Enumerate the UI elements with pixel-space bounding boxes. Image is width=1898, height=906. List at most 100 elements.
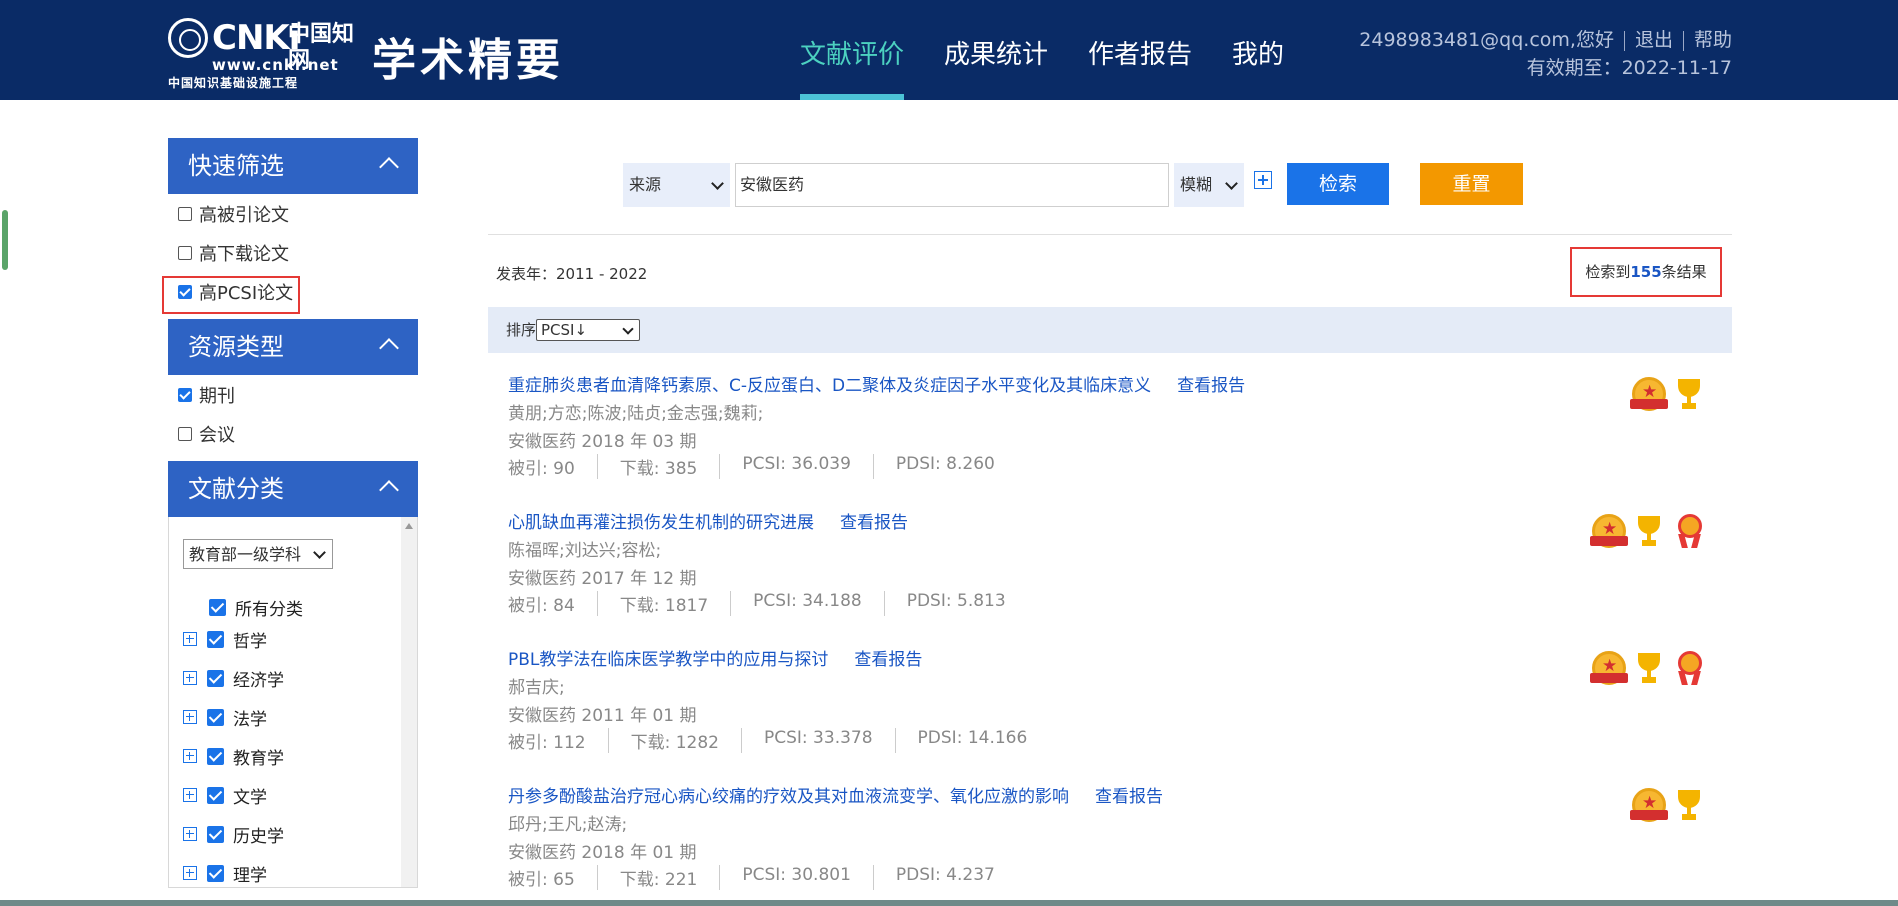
nav-achievement-stats[interactable]: 成果统计	[924, 0, 1068, 100]
main-nav: 文献评价 成果统计 作者报告 我的	[780, 0, 1304, 100]
cited-count: 被引: 65	[508, 870, 575, 890]
count-suffix: 条结果	[1661, 263, 1707, 281]
tree-label: 法学	[233, 709, 267, 730]
chevron-up-icon	[379, 157, 399, 177]
tree-all-categories[interactable]: 所有分类	[209, 591, 303, 623]
checkbox[interactable]	[178, 426, 192, 441]
ribbon-icon	[1670, 649, 1710, 689]
add-condition-plus-icon[interactable]	[1254, 171, 1272, 189]
result-source: 安徽医药 2017 年 12 期	[508, 569, 697, 589]
tree-item[interactable]: 历史学	[183, 818, 284, 850]
pdsi-value: PDSI: 5.813	[883, 591, 1028, 616]
result-badges	[1590, 649, 1710, 689]
discipline-select[interactable]: 教育部一级学科	[183, 539, 333, 569]
valid-until: 有效期至：2022-11-17	[1526, 57, 1732, 79]
cited-count: 被引: 84	[508, 596, 575, 616]
sort-select[interactable]: PCSI↓	[536, 319, 640, 341]
cnki-globe-icon	[168, 18, 208, 58]
download-count: 下载: 385	[596, 454, 720, 479]
result-title-link[interactable]: 心肌缺血再灌注损伤发生机制的研究进展	[508, 513, 814, 533]
nav-mine[interactable]: 我的	[1212, 0, 1304, 100]
result-title-link[interactable]: 重症肺炎患者血清降钙素原、C-反应蛋白、D二聚体及炎症因子水平变化及其临床意义	[508, 376, 1151, 396]
expand-plus-icon[interactable]	[183, 749, 197, 763]
tree-label: 哲学	[233, 631, 267, 652]
scroll-up-arrow-icon[interactable]	[405, 523, 413, 529]
pdsi-value: PDSI: 4.237	[872, 865, 1017, 890]
checkbox[interactable]	[178, 245, 192, 260]
view-report-link[interactable]: 查看报告	[1177, 376, 1245, 396]
expand-plus-icon[interactable]	[183, 710, 197, 724]
resource-type-header[interactable]: 资源类型	[168, 319, 418, 375]
resource-conference[interactable]: 会议	[168, 414, 418, 453]
chevron-down-icon	[622, 323, 634, 335]
expand-plus-icon[interactable]	[183, 866, 197, 880]
scrollbar[interactable]	[401, 517, 417, 887]
match-mode-select[interactable]: 模糊	[1174, 163, 1244, 207]
search-field-select[interactable]: 来源	[623, 163, 730, 207]
resource-type-title: 资源类型	[188, 333, 284, 361]
checkbox-checked[interactable]	[207, 708, 224, 726]
checkbox-checked[interactable]	[207, 786, 224, 804]
nav-literature-evaluation[interactable]: 文献评价	[780, 0, 924, 100]
tree-item[interactable]: 哲学	[183, 623, 267, 655]
expand-plus-icon[interactable]	[183, 671, 197, 685]
result-stats: 被引: 84 下载: 1817 PCSI: 34.188 PDSI: 5.813	[508, 591, 1028, 616]
checkbox-checked[interactable]	[207, 864, 224, 882]
download-count: 下载: 1282	[607, 728, 741, 753]
tree-item[interactable]: 经济学	[183, 662, 284, 694]
logout-link[interactable]: 退出	[1635, 29, 1673, 51]
pcsi-value: PCSI: 36.039	[719, 454, 873, 479]
page-side-marker	[2, 210, 8, 270]
checkbox-checked[interactable]	[178, 387, 192, 402]
logo-url: www.cnki.net	[212, 56, 339, 74]
expand-plus-icon[interactable]	[183, 827, 197, 841]
cnki-logo[interactable]: CNKi 中国知网 www.cnki.net 中国知识基础设施工程	[168, 18, 368, 90]
chevron-down-icon	[1225, 177, 1238, 190]
checkbox-checked[interactable]	[207, 747, 224, 765]
checkbox-checked[interactable]	[207, 825, 224, 843]
result-count: 检索到155条结果	[1570, 247, 1722, 297]
reset-button[interactable]: 重置	[1420, 163, 1523, 205]
download-count: 下载: 221	[596, 865, 720, 890]
cited-count: 被引: 90	[508, 459, 575, 479]
trophy-icon	[1630, 649, 1670, 689]
filter-high-cited[interactable]: 高被引论文	[168, 194, 418, 233]
pcsi-value: PCSI: 30.801	[719, 865, 873, 890]
tree-item[interactable]: 文学	[183, 779, 267, 811]
trophy-icon	[1670, 786, 1710, 826]
tree-item[interactable]: 教育学	[183, 740, 284, 772]
result-title-link[interactable]: PBL教学法在临床医学教学中的应用与探讨	[508, 650, 828, 670]
user-info: 2498983481@qq.com,您好 退出 帮助 有效期至：2022-11-17	[1359, 26, 1732, 82]
top-header: CNKi 中国知网 www.cnki.net 中国知识基础设施工程 学术精要 文…	[0, 0, 1898, 100]
search-input[interactable]: 安徽医药	[735, 163, 1169, 207]
expand-plus-icon[interactable]	[183, 632, 197, 646]
result-badges	[1630, 786, 1710, 826]
checkbox[interactable]	[178, 206, 192, 221]
expand-plus-icon[interactable]	[183, 788, 197, 802]
checkbox-checked[interactable]	[207, 669, 224, 687]
quick-filter-header[interactable]: 快速筛选	[168, 138, 418, 194]
classification-tree: 教育部一级学科 所有分类 哲学 经济学 法学 教育学 文学 历史学 理学	[168, 517, 418, 888]
resource-journal[interactable]: 期刊	[168, 375, 418, 414]
sort-label: 排序	[506, 321, 537, 339]
result-item: 心肌缺血再灌注损伤发生机制的研究进展 查看报告 陈福晖;刘达兴;容松; 安徽医药 …	[488, 490, 1732, 627]
pdsi-value: PDSI: 8.260	[872, 454, 1017, 479]
tree-label: 历史学	[233, 826, 284, 847]
nav-author-report[interactable]: 作者报告	[1068, 0, 1212, 100]
classification-header[interactable]: 文献分类	[168, 461, 418, 517]
checkbox-checked[interactable]	[209, 598, 226, 616]
view-report-link[interactable]: 查看报告	[840, 513, 908, 533]
tree-item[interactable]: 理学	[183, 857, 267, 887]
search-button[interactable]: 检索	[1287, 163, 1389, 205]
trophy-icon	[1630, 512, 1670, 552]
filter-high-download[interactable]: 高下载论文	[168, 233, 418, 272]
tree-item[interactable]: 法学	[183, 701, 267, 733]
help-link[interactable]: 帮助	[1694, 29, 1732, 51]
view-report-link[interactable]: 查看报告	[854, 650, 922, 670]
checkbox-checked[interactable]	[207, 630, 224, 648]
trophy-icon	[1670, 375, 1710, 415]
view-report-link[interactable]: 查看报告	[1095, 787, 1163, 807]
brand-title: 学术精要	[372, 35, 564, 86]
chevron-up-icon	[379, 480, 399, 500]
result-title-link[interactable]: 丹参多酚酸盐治疗冠心病心绞痛的疗效及其对血液流变学、氧化应激的影响	[508, 787, 1069, 807]
